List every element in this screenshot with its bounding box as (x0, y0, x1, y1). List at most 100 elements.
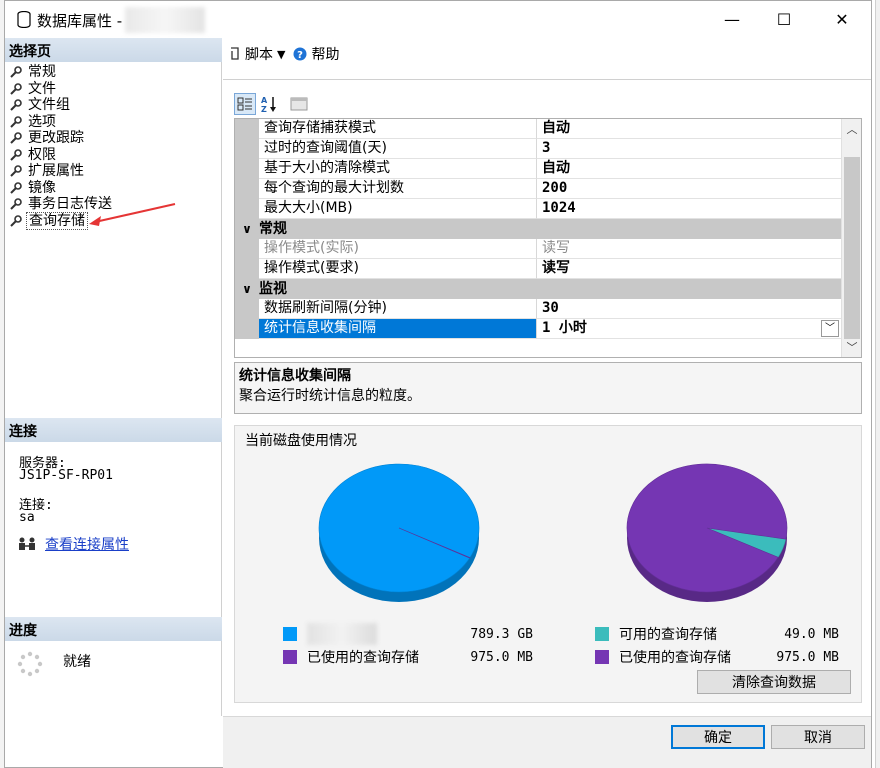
blurred-database-name (125, 7, 205, 33)
close-button[interactable]: ✕ (819, 1, 865, 38)
page-item[interactable]: 文件组 (9, 97, 219, 114)
database-properties-dialog: 数据库属性 - — ☐ ✕ 选择页 常规 文件 文件组 选项 更改跟踪 权限 扩展属性 镜像事… (4, 0, 872, 768)
property-row[interactable]: 数据刷新间隔(分钟) 30 (235, 299, 841, 319)
row-gutter (235, 199, 259, 219)
wrench-icon (10, 181, 22, 194)
property-value[interactable]: 200 (537, 179, 841, 199)
row-gutter (235, 299, 259, 319)
collapse-chevron-icon[interactable]: ∨ (235, 279, 259, 299)
maximize-button[interactable]: ☐ (761, 1, 807, 38)
legend-value: 789.3 GB (470, 626, 533, 642)
property-row[interactable]: 统计信息收集间隔 1 小时 ﹀ (235, 319, 841, 339)
property-row[interactable]: 查询存储捕获模式 自动 (235, 119, 841, 139)
window-title: 数据库属性 - (37, 12, 123, 30)
wrench-icon (10, 148, 22, 161)
page-item[interactable]: 文件 (9, 81, 219, 98)
legend-label: 已使用的查询存储 (307, 650, 419, 666)
sort-az-icon: A Z (261, 96, 276, 113)
scroll-down-icon[interactable]: ﹀ (842, 339, 861, 357)
legend-value: 49.0 MB (784, 626, 839, 642)
property-grid: ︿ ﹀ 查询存储捕获模式 自动 过时的查询阈值(天) 3 基于大小的清除模式 自动 每个查询… (234, 118, 862, 358)
page-item-label: 权限 (28, 146, 56, 163)
page-item[interactable]: 选项 (9, 114, 219, 131)
minimize-button[interactable]: — (709, 1, 755, 38)
page-item[interactable]: 常规 (9, 64, 219, 81)
progress-status: 就绪 (63, 654, 91, 670)
category-label: 监视 (259, 281, 287, 297)
progress-spinner-icon (17, 651, 43, 677)
disk-usage-pie-chart (318, 463, 480, 602)
title-bar[interactable]: 数据库属性 - — ☐ ✕ (5, 1, 871, 38)
help-button[interactable]: 帮助 (311, 44, 339, 64)
wrench-icon (10, 165, 22, 177)
property-grid-toolbar: A Z (234, 93, 312, 115)
legend-value: 975.0 MB (470, 649, 533, 665)
categorized-icon (237, 97, 252, 111)
select-page-header: 选择页 (5, 38, 222, 62)
pie-slice (626, 463, 788, 593)
property-row[interactable]: 过时的查询阈值(天) 3 (235, 139, 841, 159)
property-row[interactable]: 基于大小的清除模式 自动 (235, 159, 841, 179)
page-item[interactable]: 权限 (9, 147, 219, 164)
page-item-label: 镜像 (28, 179, 56, 196)
property-category[interactable]: ∨ 常规 (235, 219, 841, 239)
cancel-button[interactable]: 取消 (771, 725, 865, 749)
view-connection-properties-link[interactable]: 查看连接属性 (45, 534, 129, 554)
page-item[interactable]: 更改跟踪 (9, 130, 219, 147)
property-description-panel: 统计信息收集间隔 聚合运行时统计信息的粒度。 (234, 362, 862, 414)
property-grid-scrollbar[interactable]: ︿ ﹀ (841, 119, 861, 357)
row-gutter (235, 119, 259, 139)
query-store-usage-pie-chart (626, 463, 788, 602)
toolbar: 脚本 ▼ ? 帮助 (229, 43, 343, 65)
legend-label: 可用的查询存储 (619, 627, 717, 643)
page-item[interactable]: 镜像 (9, 180, 219, 197)
property-name: 过时的查询阈值(天) (259, 139, 537, 159)
collapse-chevron-icon[interactable]: ∨ (235, 219, 259, 239)
description-title: 统计信息收集间隔 (239, 368, 351, 384)
wrench-icon (10, 99, 22, 111)
page-item-label: 查询存储 (26, 211, 88, 230)
property-value[interactable]: 1 小时 (537, 319, 841, 339)
connection-header: 连接 (5, 418, 222, 442)
blurred-legend-label (307, 623, 377, 645)
row-gutter (235, 319, 259, 339)
script-dropdown-icon[interactable]: ▼ (277, 48, 285, 61)
property-pages-button[interactable] (288, 93, 310, 115)
property-name: 每个查询的最大计划数 (259, 179, 537, 199)
server-value: JS1P-SF-RP01 (19, 468, 113, 483)
row-gutter (235, 259, 259, 279)
scroll-up-icon[interactable]: ︿ (842, 121, 861, 139)
property-value[interactable]: 30 (537, 299, 841, 319)
svg-text:?: ? (298, 50, 304, 61)
property-name: 最大大小(MB) (259, 199, 537, 219)
property-value[interactable]: 1024 (537, 199, 841, 219)
value-dropdown-icon[interactable]: ﹀ (821, 320, 839, 337)
legend-query-store-used-right: 已使用的查询存储 975.0 MB (595, 647, 839, 667)
legend-swatch (283, 650, 297, 664)
page-item[interactable]: 扩展属性 (9, 163, 219, 180)
legend-query-store-available: 可用的查询存储 49.0 MB (595, 624, 839, 644)
alphabetical-sort-button[interactable]: A Z (258, 93, 280, 115)
script-button[interactable]: 脚本 (245, 44, 273, 64)
property-row[interactable]: 每个查询的最大计划数 200 (235, 179, 841, 199)
clear-query-data-button[interactable]: 清除查询数据 (697, 670, 851, 694)
property-value[interactable]: 自动 (537, 159, 841, 179)
wrench-icon (10, 132, 22, 144)
property-row[interactable]: 最大大小(MB) 1024 (235, 199, 841, 219)
property-value[interactable]: 读写 (537, 239, 841, 259)
property-value[interactable]: 读写 (537, 259, 841, 279)
scrollbar-thumb[interactable] (844, 157, 860, 339)
property-value[interactable]: 自动 (537, 119, 841, 139)
row-gutter (235, 239, 259, 259)
row-gutter (235, 139, 259, 159)
help-icon: ? (293, 47, 307, 61)
property-category[interactable]: ∨ 监视 (235, 279, 841, 299)
property-row[interactable]: 操作模式(要求) 读写 (235, 259, 841, 279)
categorized-view-button[interactable] (234, 93, 256, 115)
connection-value: sa (19, 510, 35, 525)
property-row[interactable]: 操作模式(实际) 读写 (235, 239, 841, 259)
ok-button[interactable]: 确定 (671, 725, 765, 749)
property-value[interactable]: 3 (537, 139, 841, 159)
legend-swatch (595, 650, 609, 664)
svg-text:A: A (261, 96, 268, 105)
